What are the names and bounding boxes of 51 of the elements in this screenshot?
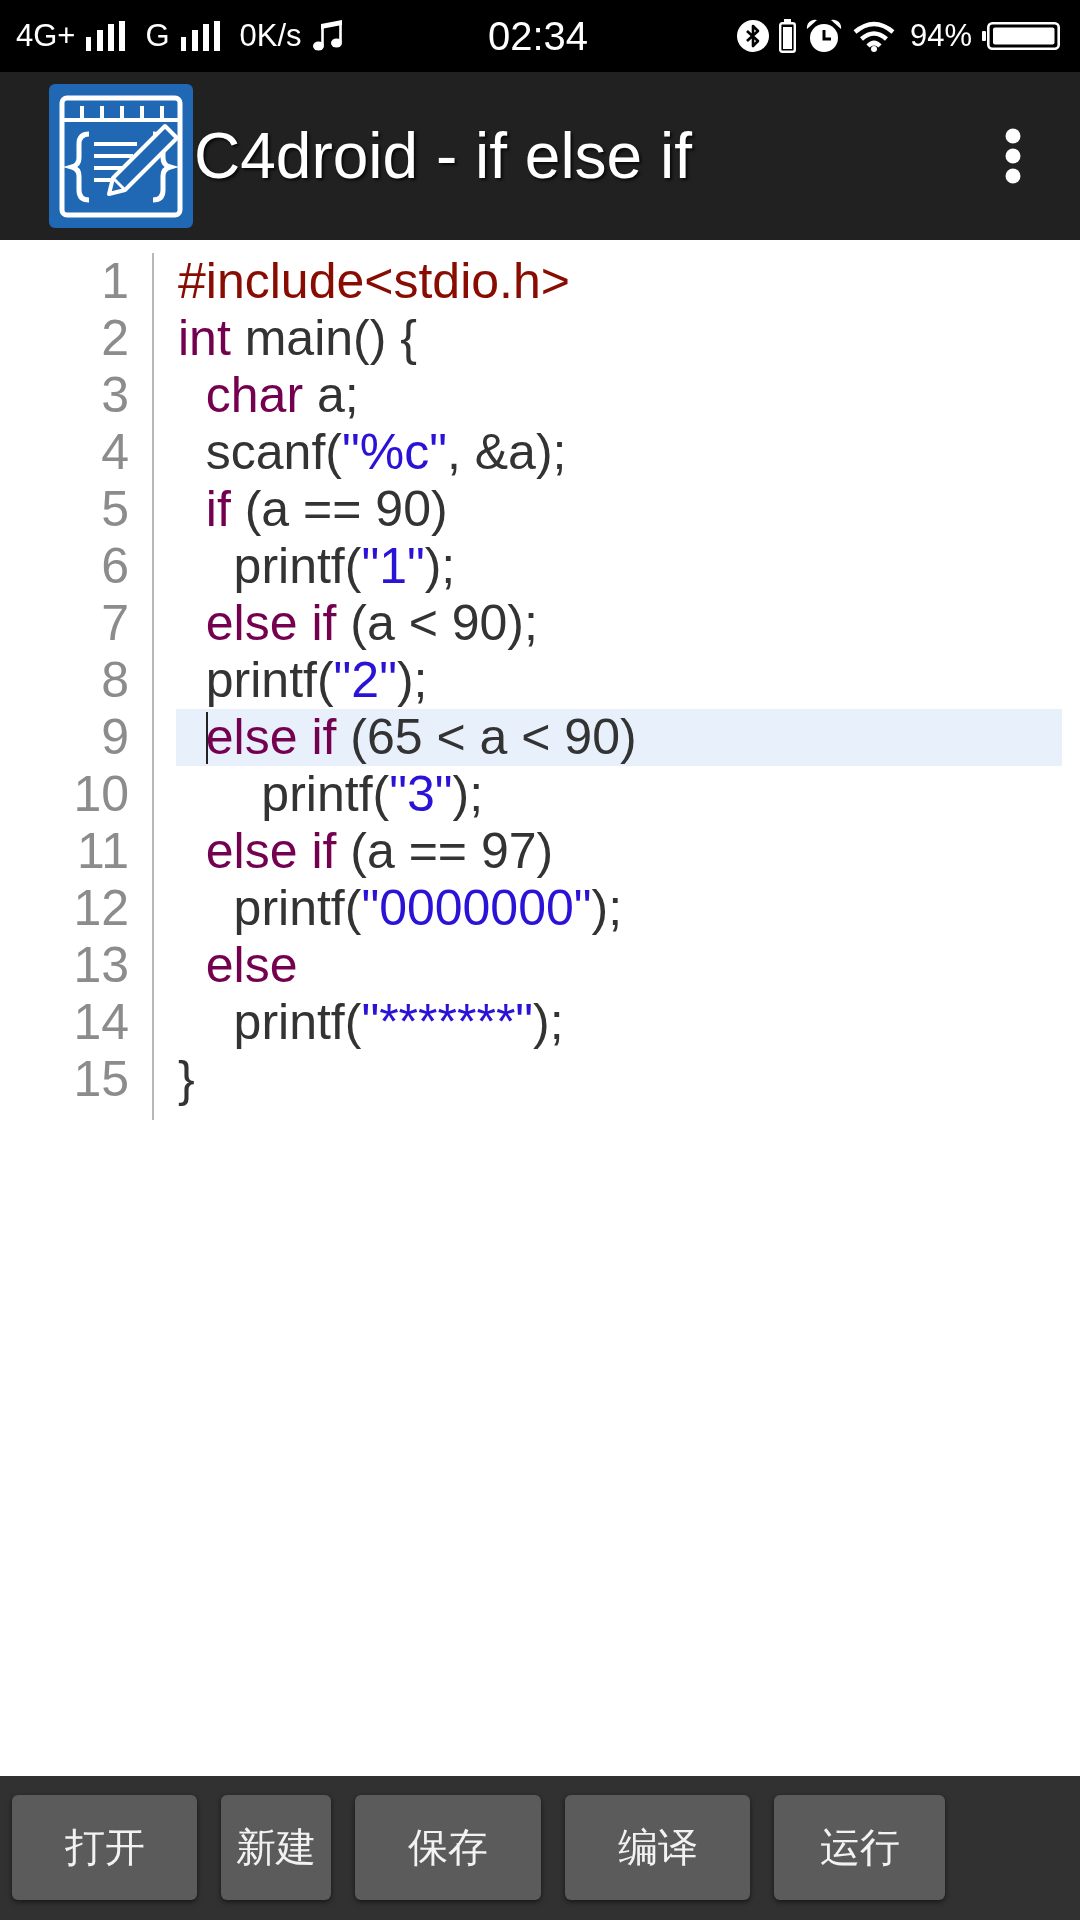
more-menu-icon[interactable] bbox=[1005, 128, 1021, 184]
code-line: printf("3"); bbox=[261, 766, 484, 823]
network-type-label: G bbox=[145, 18, 170, 54]
code-line: else if (a < 90); bbox=[205, 595, 538, 652]
music-note-icon bbox=[312, 20, 343, 52]
code-line: printf("0000000"); bbox=[233, 880, 623, 937]
code-line: } bbox=[178, 1051, 195, 1108]
line-number: 12 bbox=[72, 880, 129, 937]
line-number: 6 bbox=[100, 538, 129, 595]
line-number: 11 bbox=[76, 823, 129, 880]
code-line: printf("1"); bbox=[233, 538, 456, 595]
line-number: 5 bbox=[100, 481, 129, 538]
open-button[interactable]: 打开 bbox=[12, 1795, 197, 1900]
code-line: #include<stdio.h> bbox=[178, 253, 570, 310]
vertical-battery-icon bbox=[778, 19, 796, 53]
battery-percentage: 94% bbox=[909, 18, 972, 54]
code-line: else if (a == 97) bbox=[205, 823, 554, 880]
code-line: char a; bbox=[205, 367, 359, 424]
wifi-icon bbox=[851, 20, 896, 52]
line-number: 4 bbox=[100, 424, 129, 481]
compile-button[interactable]: 编译 bbox=[565, 1795, 750, 1900]
line-number: 13 bbox=[72, 937, 129, 994]
signal-strength-icon bbox=[180, 21, 221, 51]
line-number: 1 bbox=[100, 253, 129, 310]
code-line: printf("*******"); bbox=[233, 994, 564, 1051]
app-title: C4droid - if else if bbox=[194, 119, 692, 194]
line-number: 14 bbox=[72, 994, 129, 1051]
run-button[interactable]: 运行 bbox=[774, 1795, 945, 1900]
line-number: 9 bbox=[100, 709, 129, 766]
line-number: 2 bbox=[100, 310, 129, 367]
code-line: int main() { bbox=[178, 310, 417, 367]
code-line: printf("2"); bbox=[205, 652, 428, 709]
network-type-label: 4G+ bbox=[16, 18, 76, 54]
line-number: 7 bbox=[100, 595, 129, 652]
bluetooth-icon bbox=[736, 20, 769, 52]
data-speed-label: 0K/s bbox=[239, 18, 302, 54]
code-line: scanf("%c", &a); bbox=[205, 424, 567, 481]
code-line: else bbox=[205, 937, 298, 994]
code-line: else if (65 < a < 90) bbox=[205, 709, 637, 766]
line-number: 10 bbox=[72, 766, 129, 823]
new-button[interactable]: 新建 bbox=[221, 1795, 331, 1900]
line-number: 8 bbox=[100, 652, 129, 709]
clock-time: 02:34 bbox=[487, 13, 589, 59]
notepad-pencil-icon bbox=[49, 84, 193, 228]
alarm-clock-icon bbox=[805, 19, 842, 53]
save-button[interactable]: 保存 bbox=[355, 1795, 541, 1900]
code-line: if (a == 90) bbox=[205, 481, 448, 538]
signal-strength-icon bbox=[86, 21, 127, 51]
line-number: 3 bbox=[100, 367, 129, 424]
line-number: 15 bbox=[72, 1051, 129, 1108]
battery-icon bbox=[982, 22, 1060, 50]
